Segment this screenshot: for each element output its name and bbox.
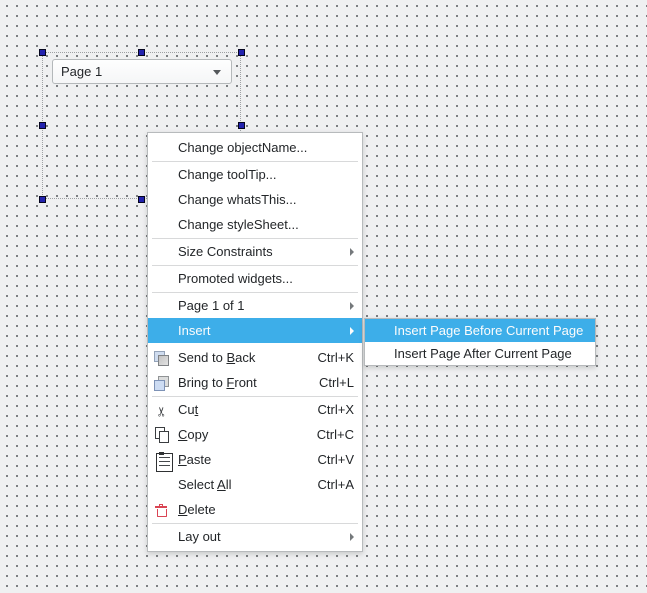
- menu-item-label: Delete: [178, 502, 216, 517]
- paste-icon: [154, 452, 170, 468]
- menu-item-label: Copy: [178, 427, 208, 442]
- menu-item-copy[interactable]: Copy Ctrl+C: [148, 422, 362, 447]
- resize-handle-bottom-mid[interactable]: [138, 196, 145, 203]
- icon-slot: [154, 298, 170, 314]
- menu-item-cut[interactable]: ✂ Cut Ctrl+X: [148, 397, 362, 422]
- shortcut-label: Ctrl+K: [298, 350, 354, 365]
- menu-item-label: Bring to Front: [178, 375, 257, 390]
- menu-item-change-tooltip[interactable]: Change toolTip...: [148, 162, 362, 187]
- menu-item-change-whatsthis[interactable]: Change whatsThis...: [148, 187, 362, 212]
- shortcut-label: Ctrl+A: [298, 477, 354, 492]
- menu-item-label: Promoted widgets...: [178, 271, 293, 286]
- menu-item-label: Paste: [178, 452, 211, 467]
- menu-item-change-stylesheet[interactable]: Change styleSheet...: [148, 212, 362, 237]
- menu-item-page-indicator[interactable]: Page 1 of 1: [148, 293, 362, 318]
- menu-item-insert[interactable]: Insert: [148, 318, 362, 343]
- icon-slot: [154, 323, 170, 339]
- chevron-down-icon: [213, 70, 221, 75]
- delete-icon: [154, 502, 170, 518]
- menu-item-label: Change whatsThis...: [178, 192, 297, 207]
- designer-form-canvas[interactable]: { "canvas": { "background": "#eff0f1", "…: [0, 0, 647, 593]
- menu-item-label: Size Constraints: [178, 244, 273, 259]
- menu-item-label: Select All: [178, 477, 231, 492]
- menu-item-lay-out[interactable]: Lay out: [148, 524, 362, 549]
- menu-item-bring-to-front[interactable]: Bring to Front Ctrl+L: [148, 370, 362, 395]
- menu-item-promoted-widgets[interactable]: Promoted widgets...: [148, 266, 362, 291]
- menu-item-send-to-back[interactable]: Send to Back Ctrl+K: [148, 345, 362, 370]
- resize-handle-top-mid[interactable]: [138, 49, 145, 56]
- submenu-arrow-icon: [350, 327, 354, 335]
- insert-submenu: Insert Page Before Current Page Insert P…: [364, 318, 596, 366]
- bring-to-front-icon: [154, 375, 170, 391]
- icon-slot: [154, 217, 170, 233]
- menu-item-label: Lay out: [178, 529, 221, 544]
- widget-context-menu: Change objectName... Change toolTip... C…: [147, 132, 363, 552]
- shortcut-label: Ctrl+V: [298, 452, 354, 467]
- icon-slot: [154, 529, 170, 545]
- shortcut-label: Ctrl+X: [298, 402, 354, 417]
- icon-slot: [154, 477, 170, 493]
- submenu-arrow-icon: [350, 248, 354, 256]
- resize-handle-top-right[interactable]: [238, 49, 245, 56]
- menu-item-insert-page-after[interactable]: Insert Page After Current Page: [365, 342, 595, 365]
- send-to-back-icon: [154, 350, 170, 366]
- menu-item-change-objectname[interactable]: Change objectName...: [148, 135, 362, 160]
- menu-item-label: Insert Page Before Current Page: [394, 323, 583, 338]
- resize-handle-mid-right[interactable]: [238, 122, 245, 129]
- menu-item-insert-page-before[interactable]: Insert Page Before Current Page: [365, 319, 595, 342]
- menu-item-select-all[interactable]: Select All Ctrl+A: [148, 472, 362, 497]
- icon-slot: [154, 167, 170, 183]
- menu-item-label: Cut: [178, 402, 198, 417]
- menu-item-label: Insert Page After Current Page: [394, 346, 572, 361]
- submenu-arrow-icon: [350, 302, 354, 310]
- menu-item-label: Insert: [178, 323, 211, 338]
- cut-icon: ✂: [154, 402, 170, 418]
- menu-item-delete[interactable]: Delete: [148, 497, 362, 522]
- copy-icon: [154, 427, 170, 443]
- icon-slot: [154, 244, 170, 260]
- resize-handle-mid-left[interactable]: [39, 122, 46, 129]
- submenu-arrow-icon: [350, 533, 354, 541]
- menu-item-paste[interactable]: Paste Ctrl+V: [148, 447, 362, 472]
- shortcut-label: Ctrl+C: [297, 427, 354, 442]
- page-combobox[interactable]: Page 1: [52, 59, 232, 84]
- icon-slot: [154, 271, 170, 287]
- menu-item-label: Send to Back: [178, 350, 255, 365]
- icon-slot: [154, 140, 170, 156]
- resize-handle-bottom-left[interactable]: [39, 196, 46, 203]
- shortcut-label: Ctrl+L: [299, 375, 354, 390]
- resize-handle-top-left[interactable]: [39, 49, 46, 56]
- menu-item-label: Change toolTip...: [178, 167, 277, 182]
- menu-item-label: Change styleSheet...: [178, 217, 299, 232]
- icon-slot: [154, 192, 170, 208]
- menu-item-label: Page 1 of 1: [178, 298, 245, 313]
- page-combobox-value: Page 1: [61, 64, 102, 79]
- menu-item-label: Change objectName...: [178, 140, 307, 155]
- menu-item-size-constraints[interactable]: Size Constraints: [148, 239, 362, 264]
